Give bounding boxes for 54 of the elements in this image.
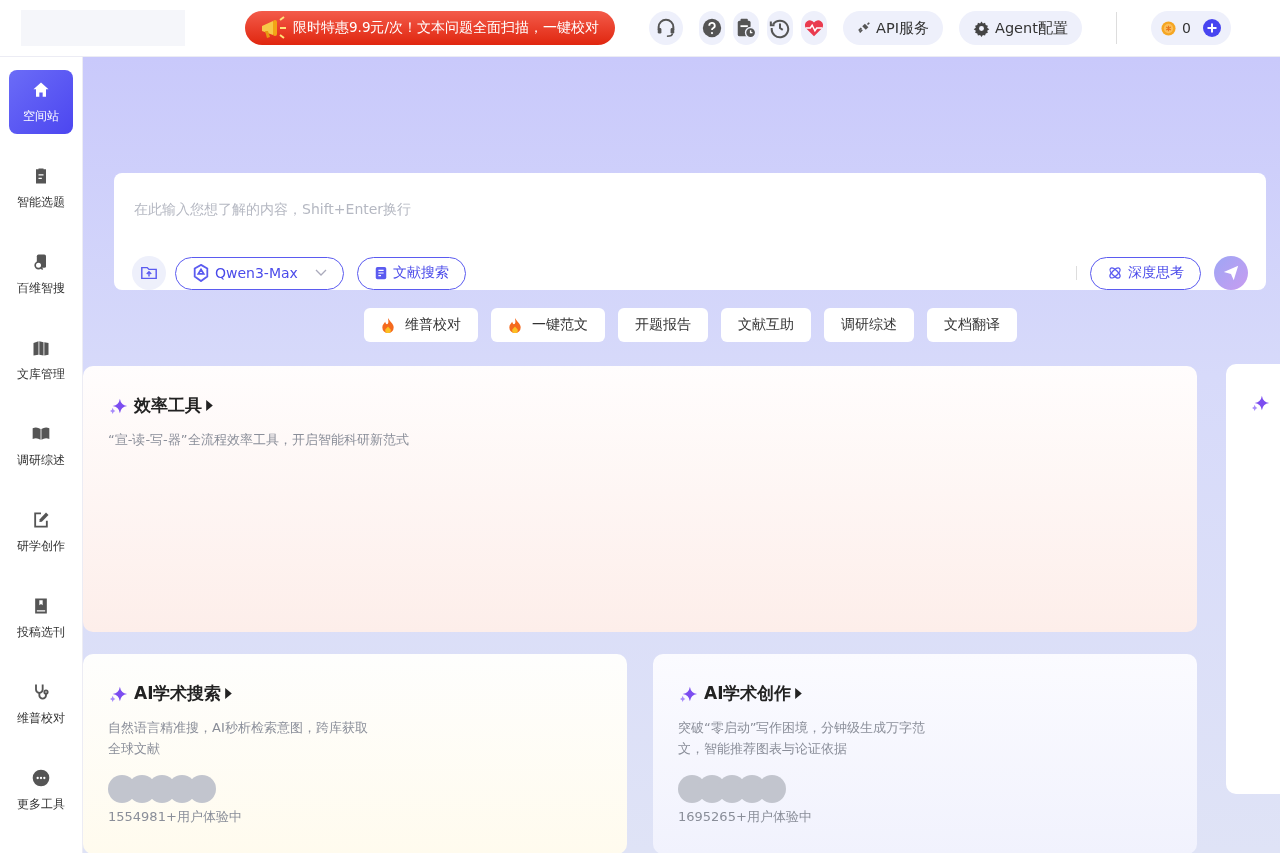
flame-icon bbox=[380, 316, 395, 334]
quick-action-chip[interactable]: 开题报告 bbox=[617, 308, 708, 342]
coin-count: 0 bbox=[1181, 20, 1191, 36]
edit-icon bbox=[31, 509, 51, 530]
paper-plane-icon bbox=[1222, 264, 1240, 282]
sidebar-item[interactable]: 空间站 bbox=[9, 70, 73, 134]
card-description: 自然语言精准搜，AI秒析检索意图，跨库获取全球文献 bbox=[108, 719, 369, 758]
sidebar-item[interactable]: 百维智搜 bbox=[9, 242, 73, 306]
heartbeat-icon[interactable] bbox=[801, 11, 828, 45]
atom-icon bbox=[1107, 265, 1123, 281]
gear-icon bbox=[973, 19, 990, 37]
upload-folder-icon[interactable] bbox=[132, 256, 166, 290]
question-input[interactable]: 在此输入您想了解的内容，Shift+Enter换行 bbox=[132, 198, 1248, 220]
sidebar-item[interactable]: 维普校对 bbox=[9, 672, 73, 736]
caret-icon bbox=[225, 688, 233, 699]
headset-icon[interactable] bbox=[649, 11, 684, 45]
quick-action-chip[interactable]: 调研综述 bbox=[823, 308, 914, 342]
card-title[interactable]: 效率工具 bbox=[134, 394, 202, 417]
coin-icon bbox=[1160, 20, 1176, 36]
add-icon[interactable] bbox=[1202, 19, 1221, 37]
model-logo-icon bbox=[192, 264, 210, 282]
quick-action-chip[interactable]: 一键范文 bbox=[490, 308, 605, 342]
caret-icon bbox=[206, 400, 213, 411]
flame-icon bbox=[507, 316, 522, 334]
history-icon[interactable] bbox=[767, 11, 794, 45]
user-count: 1554981+用户体验中 bbox=[108, 809, 243, 825]
sidebar-item[interactable]: 更多工具 bbox=[9, 758, 73, 822]
document-icon bbox=[373, 266, 388, 280]
user-count: 1695265+用户体验中 bbox=[678, 809, 813, 825]
plug-icon bbox=[857, 21, 872, 35]
quick-action-chip[interactable]: 维普校对 bbox=[363, 308, 478, 342]
quick-action-chip[interactable]: 文献互助 bbox=[720, 308, 811, 342]
deep-think-button[interactable]: 深度思考 bbox=[1090, 256, 1201, 290]
help-icon[interactable] bbox=[699, 11, 726, 45]
card-title[interactable]: AI学术搜索 bbox=[134, 682, 222, 705]
sidebar-item[interactable]: 智能选题 bbox=[9, 156, 73, 220]
api-service-button[interactable]: API服务 bbox=[843, 11, 943, 45]
megaphone-icon bbox=[259, 16, 287, 40]
sidebar-item[interactable]: 投稿选刊 bbox=[9, 586, 73, 650]
agent-settings-button[interactable]: Agent配置 bbox=[959, 11, 1082, 45]
sidebar-item[interactable]: 调研综述 bbox=[9, 414, 73, 478]
caret-icon bbox=[795, 688, 803, 699]
model-select[interactable]: Qwen3-Max bbox=[175, 256, 344, 290]
sidebar-item[interactable]: 研学创作 bbox=[9, 500, 73, 564]
sidebar-item[interactable]: 文库管理 bbox=[9, 328, 73, 392]
card-description: “宣-读-写-器”全流程效率工具，开启智能科研新范式 bbox=[108, 431, 410, 449]
promo-banner[interactable]: 限时特惠9.9元/次！文本问题全面扫描，一键校对 bbox=[245, 11, 616, 45]
calendar-clock-icon[interactable] bbox=[733, 11, 760, 45]
literature-search-button[interactable]: 文献搜索 bbox=[356, 256, 466, 290]
card-title[interactable]: AI学术创作 bbox=[704, 682, 792, 705]
more-icon bbox=[31, 767, 51, 788]
chevron-down-icon bbox=[314, 269, 327, 277]
card-description: 突破“零启动”写作困境，分钟级生成万字范文，智能推荐图表与论证依据 bbox=[678, 719, 927, 758]
quick-action-chip[interactable]: 文档翻译 bbox=[926, 308, 1017, 342]
